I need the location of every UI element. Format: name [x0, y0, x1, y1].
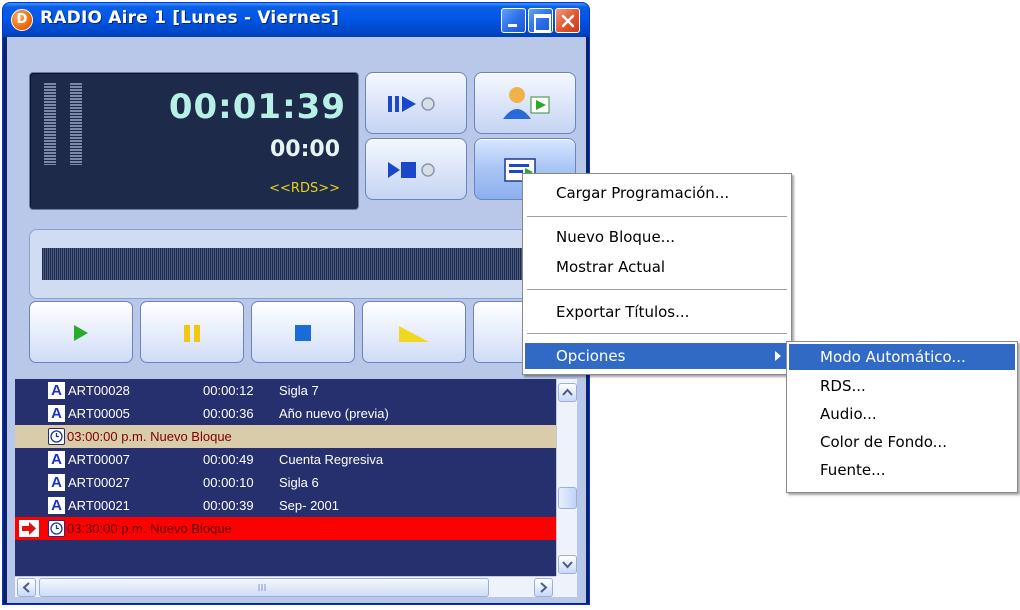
menu-item-fuente[interactable]: Fuente... [789, 457, 1015, 483]
scroll-left-button[interactable] [17, 578, 36, 597]
list-item[interactable]: A ART00007 00:00:49 Cuenta Regresiva [15, 448, 556, 471]
menu-item-audio[interactable]: Audio... [789, 401, 1015, 427]
list-item[interactable]: A ART00021 00:00:39 Sep- 2001 [15, 494, 556, 517]
stop-record-button[interactable] [365, 138, 467, 200]
item-code: ART00005 [68, 406, 130, 421]
audio-item-icon: A [48, 451, 65, 468]
main-window: D RADIO Aire 1 [Lunes - Viernes] 00:01:3… [2, 2, 590, 605]
remaining-time: 00:00 [269, 137, 340, 162]
close-icon [561, 14, 575, 28]
block-row[interactable]: 03:00:00 p.m. Nuevo Bloque [15, 425, 556, 448]
resize-grip[interactable] [556, 576, 577, 597]
maximize-button[interactable] [528, 8, 553, 33]
horizontal-scrollbar[interactable] [15, 576, 556, 597]
audio-item-icon: A [48, 382, 65, 399]
minimize-button[interactable] [501, 8, 526, 33]
pause-button[interactable] [140, 301, 244, 363]
item-title: Sigla 7 [279, 383, 319, 398]
menu-item-rds[interactable]: RDS... [789, 373, 1015, 399]
chevron-down-icon [562, 561, 573, 569]
item-code: ART00027 [68, 475, 130, 490]
submenu-arrow-icon [775, 351, 781, 361]
close-button[interactable] [555, 8, 580, 33]
play-record-button[interactable] [365, 72, 467, 134]
audio-item-icon: A [48, 474, 65, 491]
user-play-icon [503, 87, 550, 119]
vertical-scrollbar[interactable] [556, 379, 577, 576]
item-code: ART00007 [68, 452, 130, 467]
menu-item-opciones[interactable]: Opciones [525, 343, 789, 369]
audio-item-icon: A [48, 405, 65, 422]
chevron-up-icon [562, 388, 573, 396]
horizontal-scroll-thumb[interactable] [39, 578, 489, 597]
pause-icon [184, 325, 200, 342]
scroll-up-button[interactable] [558, 383, 577, 402]
chevron-right-icon [540, 582, 548, 593]
menu-item-mostrar-actual[interactable]: Mostrar Actual [525, 254, 789, 280]
rds-label: <<RDS>> [269, 181, 340, 196]
user-play-button[interactable] [474, 72, 576, 134]
item-duration: 00:00:49 [203, 452, 254, 467]
title-bar[interactable]: D RADIO Aire 1 [Lunes - Viernes] [3, 3, 589, 37]
current-arrow-icon [19, 520, 39, 537]
item-title: Sigla 6 [279, 475, 319, 490]
item-title: Sep- 2001 [279, 498, 339, 513]
play-button[interactable] [29, 301, 133, 363]
clock-icon [48, 520, 65, 537]
stop-button[interactable] [251, 301, 355, 363]
list-item[interactable]: A ART00027 00:00:10 Sigla 6 [15, 471, 556, 494]
menu-separator [527, 333, 787, 334]
menu-item-modo-automatico[interactable]: Modo Automático... [789, 344, 1015, 370]
waveform [42, 248, 562, 280]
list-item[interactable]: A ART00005 00:00:36 Año nuevo (previa) [15, 402, 556, 425]
fade-button[interactable] [362, 301, 466, 363]
play-record-icon [388, 96, 435, 112]
item-duration: 00:00:36 [203, 406, 254, 421]
elapsed-time: 00:01:39 [168, 87, 346, 127]
play-icon [74, 325, 88, 341]
menu-item-nuevo-bloque[interactable]: Nuevo Bloque... [525, 224, 789, 250]
clock-icon [48, 428, 65, 445]
scroll-down-button[interactable] [558, 555, 577, 574]
stop-record-icon [388, 162, 435, 178]
menu-item-cargar-programacion[interactable]: Cargar Programación... [525, 180, 789, 206]
item-duration: 00:00:39 [203, 498, 254, 513]
block-label: 03:00:00 p.m. Nuevo Bloque [67, 429, 232, 444]
item-code: ART00021 [68, 498, 130, 513]
stop-icon [295, 325, 311, 341]
options-submenu: Modo Automático... RDS... Audio... Color… [786, 341, 1018, 493]
item-title: Cuenta Regresiva [279, 452, 384, 467]
fade-icon [399, 326, 429, 342]
playlist[interactable]: A ART00028 00:00:12 Sigla 7 A ART00005 0… [15, 379, 556, 576]
window-body: 00:01:39 00:00 <<RDS>> A ART00028 00:00:… [7, 37, 586, 603]
menu-separator [527, 289, 787, 290]
grip-icon [258, 584, 266, 591]
list-item[interactable]: A ART00028 00:00:12 Sigla 7 [15, 379, 556, 402]
block-label: 03:30:00 p.m. Nuevo Bloque [67, 521, 232, 536]
vu-meter-right [70, 83, 82, 165]
item-code: ART00028 [68, 383, 130, 398]
context-menu: Cargar Programación... Nuevo Bloque... M… [522, 173, 792, 375]
vu-meter-left [44, 83, 56, 165]
app-icon[interactable]: D [11, 9, 33, 31]
window-title: RADIO Aire 1 [Lunes - Viernes] [40, 8, 340, 28]
time-display: 00:01:39 00:00 <<RDS>> [29, 72, 359, 210]
item-duration: 00:00:10 [203, 475, 254, 490]
scroll-right-button[interactable] [534, 578, 553, 597]
menu-item-exportar-titulos[interactable]: Exportar Títulos... [525, 299, 789, 325]
chevron-left-icon [22, 582, 30, 593]
item-duration: 00:00:12 [203, 383, 254, 398]
waveform-bar[interactable] [29, 229, 578, 299]
audio-item-icon: A [48, 497, 65, 514]
menu-item-color-de-fondo[interactable]: Color de Fondo... [789, 429, 1015, 455]
menu-separator [527, 216, 787, 217]
current-block-row[interactable]: 03:30:00 p.m. Nuevo Bloque [15, 517, 556, 540]
item-title: Año nuevo (previa) [279, 406, 389, 421]
scroll-thumb[interactable] [558, 487, 577, 509]
